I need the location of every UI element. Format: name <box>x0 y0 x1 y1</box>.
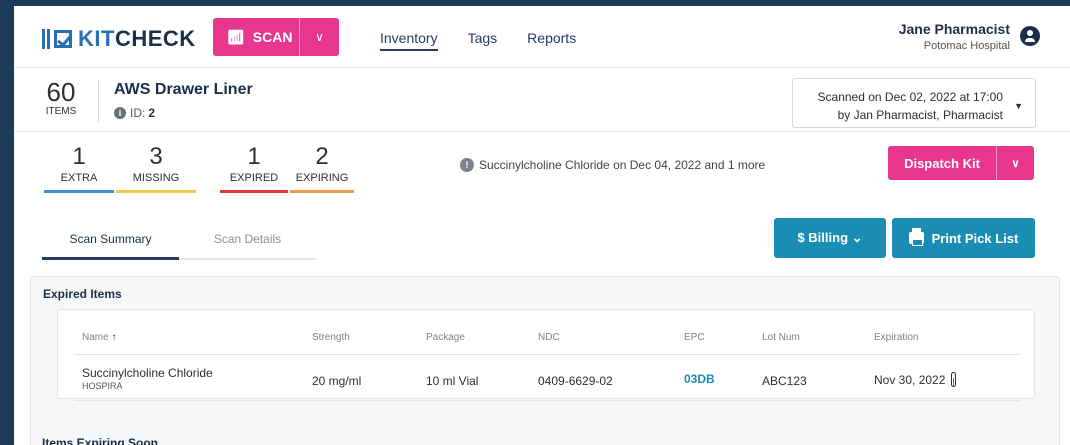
column-header-strength[interactable]: Strength <box>312 332 350 343</box>
scan-tabs: Scan Summary Scan Details <box>42 222 316 260</box>
column-header-expiration[interactable]: Expiration <box>874 332 918 343</box>
stat-underline <box>44 190 114 193</box>
stat-underline <box>290 190 354 193</box>
item-count-label: ITEMS <box>45 106 77 117</box>
print-pick-list-label: Print Pick List <box>931 230 1019 246</box>
scan-dropdown-chevron-icon[interactable]: ∨ <box>300 30 339 44</box>
cell-name: Succinylcholine Chloride <box>82 366 213 380</box>
tab-scan-details[interactable]: Scan Details <box>179 222 316 258</box>
stat-missing-value: 3 <box>149 143 163 170</box>
expiring-alert: ! Succinylcholine Chloride on Dec 04, 20… <box>460 158 765 172</box>
cell-expiration: Nov 30, 2022 <box>874 372 957 387</box>
stat-expired-label: EXPIRED <box>229 172 279 184</box>
stat-underline <box>220 190 288 193</box>
stat-missing-label: MISSING <box>132 172 180 184</box>
scanned-date: Scanned on Dec 02, 2022 at 17:00 <box>817 90 1003 104</box>
main-nav: Inventory Tags Reports <box>380 30 576 51</box>
logo-icon <box>42 29 72 49</box>
dispatch-dropdown-chevron-icon[interactable]: ∨ <box>997 157 1034 170</box>
row-divider <box>74 400 1020 401</box>
print-pick-list-button[interactable]: Print Pick List <box>892 218 1035 258</box>
expired-items-table: Name ↑ Strength Package NDC EPC Lot Num … <box>57 309 1035 401</box>
column-header-lot-num[interactable]: Lot Num <box>762 332 800 343</box>
dispatch-button-group: Dispatch Kit ∨ <box>888 146 1034 180</box>
column-header-ndc[interactable]: NDC <box>538 332 560 343</box>
stat-extra-label: EXTRA <box>60 172 98 184</box>
cell-ndc: 0409-6629-02 <box>538 374 613 388</box>
cell-lot-num: ABC123 <box>762 374 807 388</box>
sort-arrow-up-icon: ↑ <box>111 332 117 343</box>
stat-expiring-value: 2 <box>315 143 329 170</box>
user-account-icon[interactable] <box>1020 26 1040 46</box>
expired-items-title: Expired Items <box>43 287 122 301</box>
user-name: Jane Pharmacist <box>898 21 1010 37</box>
billing-button[interactable]: $ Billing ⌄ <box>774 218 886 258</box>
column-header-name[interactable]: Name ↑ <box>82 332 116 343</box>
stat-expiring[interactable]: 2 EXPIRING <box>290 143 354 193</box>
wifi-icon: 📶︎ <box>227 28 245 45</box>
scan-stats: 1 EXTRA 3 MISSING 1 EXPIRED 2 EXPIRING <box>44 143 354 193</box>
logo-text-check: CHECK <box>114 26 196 51</box>
kit-id: i ID: 2 <box>114 106 155 120</box>
user-hospital: Potomac Hospital <box>923 40 1010 52</box>
stat-missing[interactable]: 3 MISSING <box>116 143 196 193</box>
nav-link-reports[interactable]: Reports <box>527 30 576 51</box>
expiration-date: Nov 30, 2022 <box>874 373 946 387</box>
alert-text: Succinylcholine Chloride on Dec 04, 2022… <box>479 158 766 172</box>
printer-icon <box>908 228 924 246</box>
kit-header: 60 ITEMS AWS Drawer Liner i ID: 2 Scanned… <box>14 68 1070 132</box>
stat-expiring-label: EXPIRING <box>295 172 349 184</box>
kit-id-value: 2 <box>148 106 156 120</box>
stat-expired[interactable]: 1 EXPIRED <box>220 143 288 193</box>
divider <box>98 80 99 122</box>
cell-strength: 20 mg/ml <box>312 374 362 388</box>
stat-extra-value: 1 <box>72 143 86 170</box>
nav-link-tags[interactable]: Tags <box>468 30 498 51</box>
cell-manufacturer: HOSPIRA <box>82 381 123 391</box>
scan-button[interactable]: 📶︎ SCAN <box>213 29 299 46</box>
item-count: 60 ITEMS <box>44 78 78 117</box>
caret-down-icon: ▼ <box>1014 101 1023 111</box>
scanned-by: by Jan Pharmacist, Pharmacist <box>837 108 1003 122</box>
kit-name: AWS Drawer Liner <box>114 81 253 98</box>
header-divider <box>74 354 1020 355</box>
column-header-package[interactable]: Package <box>426 332 465 343</box>
exclamation-icon: ! <box>460 158 474 172</box>
stat-expired-value: 1 <box>247 143 261 170</box>
cell-package: 10 ml Vial <box>426 374 479 388</box>
app-frame: KITCHECK 📶︎ SCAN ∨ Inventory Tags Report… <box>14 6 1070 445</box>
scan-button-label: SCAN <box>252 29 293 45</box>
scan-history-select[interactable]: Scanned on Dec 02, 2022 at 17:00 by Jan … <box>792 78 1036 128</box>
user-info[interactable]: Jane Pharmacist Potomac Hospital <box>899 21 1010 52</box>
info-icon: i <box>114 107 126 119</box>
cell-epc[interactable]: 03DB <box>684 372 715 386</box>
kit-id-label: ID: <box>130 106 146 120</box>
nav-link-inventory[interactable]: Inventory <box>380 30 438 51</box>
top-navbar: KITCHECK 📶︎ SCAN ∨ Inventory Tags Report… <box>14 6 1070 68</box>
thermometer-icon <box>951 372 957 387</box>
column-header-epc[interactable]: EPC <box>684 332 705 343</box>
items-expiring-soon-title: Items Expiring Soon <box>42 436 159 445</box>
scan-button-group: 📶︎ SCAN ∨ <box>213 18 339 56</box>
expired-items-panel: Expired Items Name ↑ Strength Package ND… <box>30 276 1060 445</box>
item-count-value: 60 <box>46 77 76 107</box>
kitcheck-logo[interactable]: KITCHECK <box>42 26 196 52</box>
logo-text-kit: KIT <box>78 26 115 51</box>
dispatch-kit-button[interactable]: Dispatch Kit <box>888 156 996 171</box>
tab-scan-summary[interactable]: Scan Summary <box>42 222 179 260</box>
stat-underline <box>116 190 196 193</box>
stat-extra[interactable]: 1 EXTRA <box>44 143 114 193</box>
